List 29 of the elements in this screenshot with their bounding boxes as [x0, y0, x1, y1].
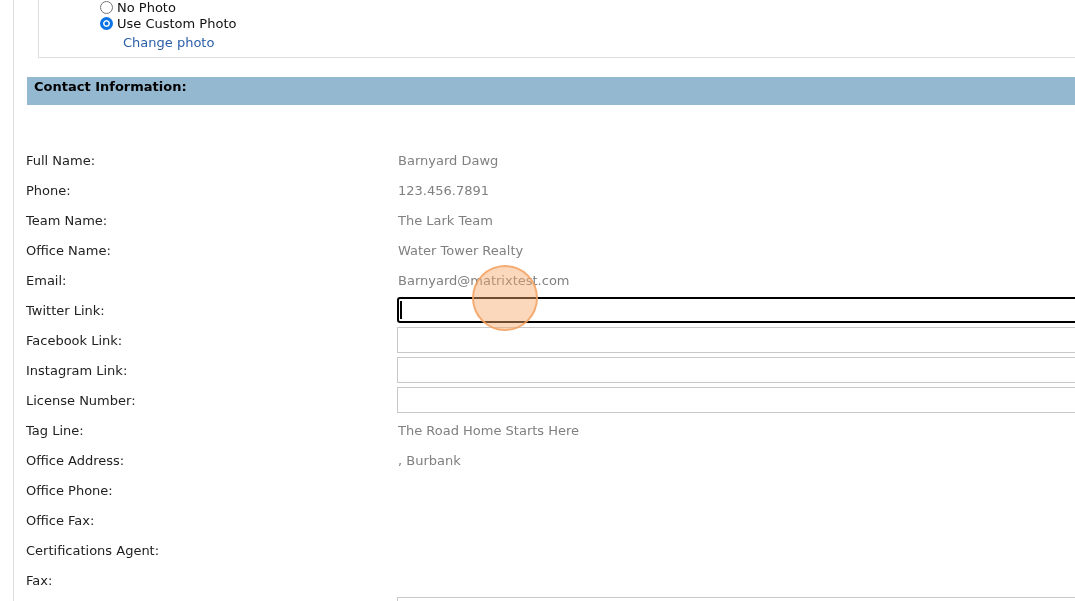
field-label: Office Name: — [26, 242, 111, 258]
field-label: Office Phone: — [26, 482, 113, 498]
field-value: 123.456.7891 — [397, 182, 489, 198]
field-label: Full Name: — [26, 152, 96, 168]
input-field[interactable] — [397, 297, 1075, 323]
field-value: The Road Home Starts Here — [397, 422, 580, 438]
radio-label: No Photo — [117, 0, 176, 15]
field-label: Office Address: — [26, 452, 125, 468]
field-label: Team Name: — [26, 212, 108, 228]
text-cursor-icon — [400, 301, 402, 319]
field-label: Email: — [26, 272, 67, 288]
section-title: Contact Information: — [34, 79, 187, 94]
radio-button[interactable] — [100, 0, 113, 14]
change-photo-link[interactable]: Change photo — [123, 35, 215, 51]
field-value: , Burbank — [397, 452, 461, 468]
field-label: Office Fax: — [26, 512, 95, 528]
field-label: Phone: — [26, 182, 71, 198]
field-label: Instagram Link: — [26, 362, 128, 378]
field-label: License Number: — [26, 392, 136, 408]
field-value: Water Tower Realty — [397, 242, 524, 258]
radio-button[interactable] — [100, 16, 113, 30]
field-label: Facebook Link: — [26, 332, 123, 348]
field-label: Fax: — [26, 572, 53, 588]
field-value: The Lark Team — [397, 212, 493, 228]
field-label: Twitter Link: — [26, 302, 105, 318]
field-value: Barnyard Dawg — [397, 152, 499, 168]
field-label: Certifications Agent: — [26, 542, 160, 558]
field-label: Tag Line: — [26, 422, 84, 438]
radio-label: Use Custom Photo — [117, 15, 237, 31]
